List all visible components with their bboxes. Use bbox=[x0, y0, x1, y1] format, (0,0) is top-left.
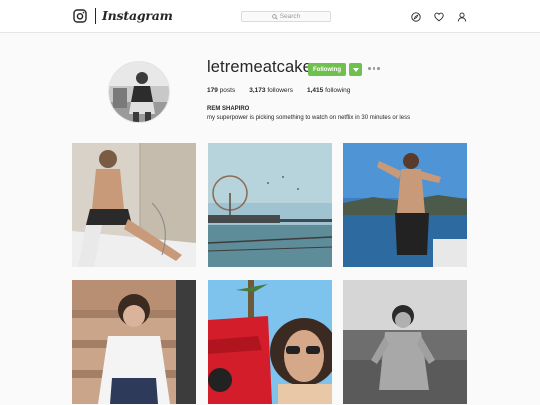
posts-count: 179 bbox=[207, 87, 218, 94]
profile-username: letremeatcake bbox=[207, 58, 312, 76]
search-icon bbox=[271, 13, 278, 20]
dot-icon bbox=[377, 67, 380, 70]
profile-full-name: REM SHAPIRO bbox=[207, 106, 250, 112]
following-count: 1,415 bbox=[306, 87, 324, 94]
brand-wordmark[interactable]: Instagram bbox=[102, 8, 173, 23]
followers-stat[interactable]: 3,173 followers bbox=[249, 87, 293, 94]
profile-bio: my superpower is picking something to wa… bbox=[207, 115, 411, 121]
post-thumbnail[interactable] bbox=[208, 143, 332, 267]
post-thumbnail[interactable] bbox=[72, 143, 196, 267]
camera-logo-icon[interactable] bbox=[73, 9, 87, 23]
posts-stat: 179 posts bbox=[207, 87, 235, 94]
person-icon[interactable] bbox=[457, 12, 467, 22]
post-thumbnail[interactable] bbox=[343, 280, 467, 404]
dot-icon bbox=[368, 67, 371, 70]
heart-icon[interactable] bbox=[434, 12, 444, 22]
post-thumbnail[interactable] bbox=[72, 280, 196, 404]
dot-icon bbox=[372, 67, 375, 70]
post-thumbnail[interactable] bbox=[343, 143, 467, 267]
suggestions-dropdown-button[interactable] bbox=[349, 63, 362, 76]
top-nav: Instagram Search bbox=[0, 0, 540, 33]
compass-icon[interactable] bbox=[411, 12, 421, 22]
following-label: following bbox=[325, 87, 351, 94]
profile-avatar[interactable] bbox=[108, 61, 170, 123]
following-button[interactable]: Following bbox=[308, 63, 346, 76]
search-placeholder: Search bbox=[279, 13, 301, 20]
followers-label: followers bbox=[267, 87, 293, 94]
search-input[interactable]: Search bbox=[241, 11, 331, 22]
caret-down-icon bbox=[352, 67, 359, 72]
posts-label: posts bbox=[219, 87, 236, 94]
followers-count: 3,173 bbox=[249, 87, 266, 94]
more-options-button[interactable] bbox=[368, 67, 380, 71]
post-thumbnail[interactable] bbox=[208, 280, 332, 404]
logo-divider bbox=[95, 8, 96, 24]
following-stat[interactable]: 1,415 following bbox=[307, 87, 350, 94]
profile-stats: 179 posts 3,173 followers 1,415 followin… bbox=[207, 87, 364, 94]
